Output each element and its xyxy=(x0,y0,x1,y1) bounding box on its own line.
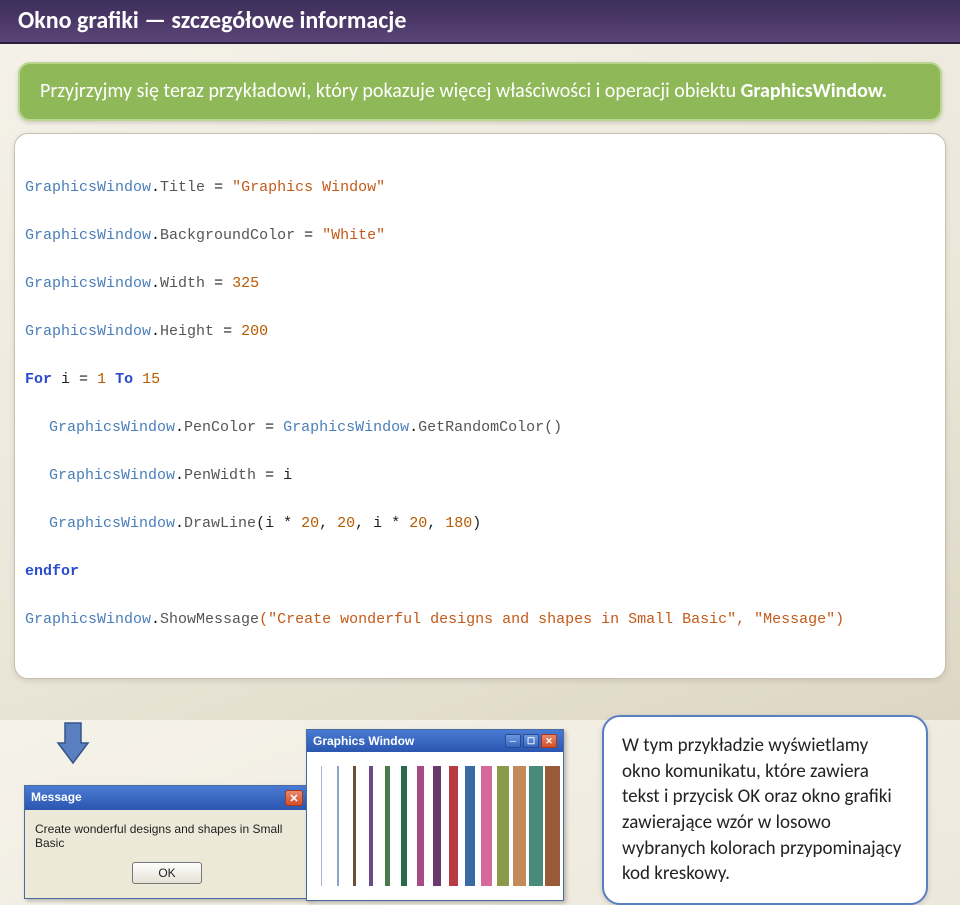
barcode-line xyxy=(513,766,526,886)
barcode-line xyxy=(449,766,458,886)
barcode-line xyxy=(433,766,441,886)
barcode-line xyxy=(401,766,407,886)
graphics-window: Graphics Window ─ ☐ ✕ xyxy=(306,729,564,901)
explanation-text: W tym przykładzie wyświetlamy okno komun… xyxy=(622,734,901,885)
graphics-title: Graphics Window xyxy=(313,734,414,748)
barcode-line xyxy=(481,766,492,886)
barcode-line xyxy=(337,766,339,886)
graphics-canvas xyxy=(307,752,563,900)
message-body-text: Create wonderful designs and shapes in S… xyxy=(35,822,299,850)
message-title: Message xyxy=(31,790,82,806)
barcode-line xyxy=(385,766,390,886)
graphics-titlebar: Graphics Window ─ ☐ ✕ xyxy=(307,730,563,752)
barcode-line xyxy=(369,766,373,886)
code-member: Title xyxy=(160,179,205,196)
code-string: "Graphics Window" xyxy=(232,179,385,196)
slide-title: Okno grafiki — szczegółowe informacje xyxy=(18,6,942,35)
barcode-line xyxy=(545,766,560,886)
close-icon[interactable]: ✕ xyxy=(541,734,557,748)
barcode-line xyxy=(465,766,475,886)
message-titlebar: Message ✕ xyxy=(25,786,309,810)
close-icon[interactable]: ✕ xyxy=(285,790,303,806)
intro-text: Przyjrzyjmy się teraz przykładowi, który… xyxy=(40,79,741,103)
code-obj: GraphicsWindow xyxy=(25,179,151,196)
intro-bold: GraphicsWindow. xyxy=(741,79,887,103)
barcode-line xyxy=(529,766,543,886)
barcode-line xyxy=(353,766,356,886)
barcode-line xyxy=(417,766,424,886)
slide-header: Okno grafiki — szczegółowe informacje xyxy=(0,0,960,44)
minimize-icon[interactable]: ─ xyxy=(505,734,521,748)
code-number: 325 xyxy=(232,275,259,292)
explanation-callout: W tym przykładzie wyświetlamy okno komun… xyxy=(602,715,928,905)
barcode-line xyxy=(321,766,322,886)
ok-button[interactable]: OK xyxy=(132,862,202,884)
intro-callout: Przyjrzyjmy się teraz przykładowi, który… xyxy=(18,62,942,121)
maximize-icon[interactable]: ☐ xyxy=(523,734,539,748)
down-arrow-icon xyxy=(56,721,90,765)
barcode-line xyxy=(497,766,509,886)
message-dialog: Message ✕ Create wonderful designs and s… xyxy=(24,785,310,899)
code-sample: GraphicsWindow.Title = "Graphics Window"… xyxy=(14,133,946,679)
code-keyword: For xyxy=(25,371,52,388)
